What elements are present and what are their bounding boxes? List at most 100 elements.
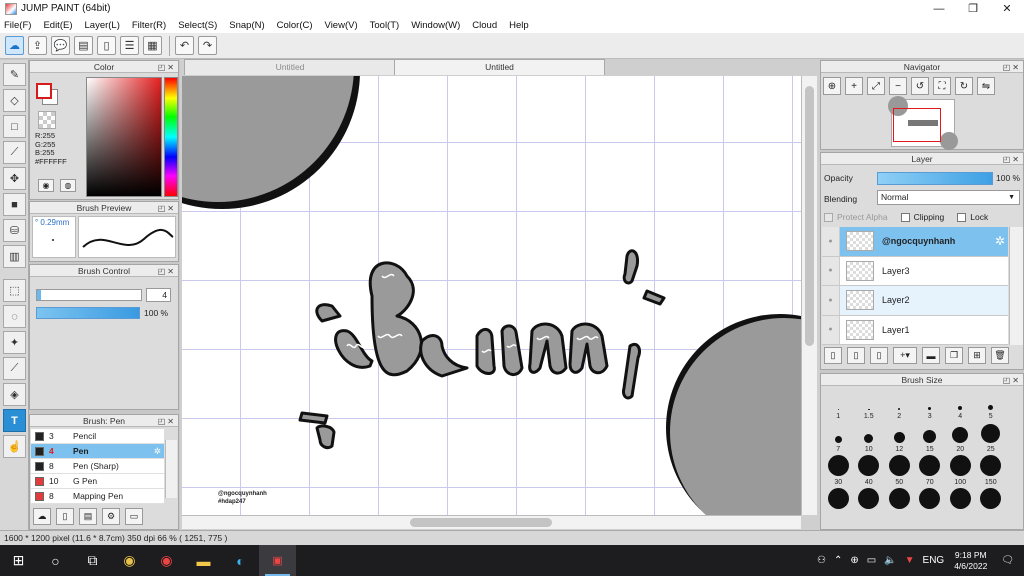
new-layer-8bit-icon[interactable]: ▯ (847, 347, 865, 364)
edge-icon[interactable]: ◐ (222, 545, 259, 576)
canvas-vertical-scrollbar[interactable] (801, 76, 817, 515)
brush-opacity-slider[interactable] (36, 307, 140, 319)
drawing-canvas[interactable]: @ngocquynhanh #hdap247 (182, 76, 801, 515)
brush-list-item[interactable]: 8 Pen (Sharp) (31, 459, 164, 474)
zoom-in-icon[interactable]: + (845, 77, 863, 95)
hue-slider[interactable] (164, 77, 178, 197)
brush-size-cell[interactable]: 40 (854, 454, 885, 487)
brush-size-cell[interactable]: 25 (976, 421, 1007, 454)
layer-opacity-slider[interactable] (877, 172, 993, 185)
jump-paint-taskbar-icon[interactable]: ▣ (259, 545, 296, 576)
new-layer-icon[interactable]: ▯ (824, 347, 842, 364)
layer-row[interactable]: ● Layer3 (822, 256, 1008, 286)
cloud-icon[interactable]: ☁ (5, 36, 24, 55)
brush-size-cell[interactable]: 1.5 (854, 388, 885, 421)
rotate-left-icon[interactable]: ↺ (911, 77, 929, 95)
menu-color[interactable]: Color(C) (277, 20, 313, 31)
menu-filter[interactable]: Filter(R) (132, 20, 166, 31)
brush-size-cell[interactable]: 20 (945, 421, 976, 454)
menu-file[interactable]: File(F) (4, 20, 31, 31)
visibility-eye-icon[interactable]: ● (822, 256, 840, 285)
protect-alpha-checkbox[interactable]: Protect Alpha (824, 212, 888, 222)
menu-edit[interactable]: Edit(E) (43, 20, 72, 31)
eraser-icon[interactable]: ◇ (3, 89, 26, 112)
volume-icon[interactable]: 🔈 (884, 555, 896, 566)
layer-row[interactable]: ● Layer2 (822, 286, 1008, 316)
message-icon[interactable]: ▤ (74, 36, 93, 55)
cloud-brush-icon[interactable]: ☁ (33, 508, 51, 525)
tab-untitled-2[interactable]: Untitled (394, 59, 605, 75)
comment-icon[interactable]: 💬 (51, 36, 70, 55)
menu-view[interactable]: View(V) (325, 20, 358, 31)
brush-size-cell[interactable]: 100 (945, 454, 976, 487)
brush-icon[interactable]: ✎ (3, 63, 26, 86)
rotate-right-icon[interactable]: ↻ (955, 77, 973, 95)
brush-size-value[interactable]: 4 (146, 288, 171, 302)
clipping-checkbox[interactable]: Clipping (900, 212, 944, 222)
visibility-eye-icon[interactable]: ● (822, 227, 840, 256)
brush-size-cell[interactable]: 1 (823, 388, 854, 421)
gradient-icon[interactable]: ▥ (3, 245, 26, 268)
brush-size-cell[interactable]: 15 (915, 421, 946, 454)
select-pen-icon[interactable]: ⟋ (3, 357, 26, 380)
brush-size-cell[interactable]: 12 (884, 421, 915, 454)
language-indicator[interactable]: ENG (923, 555, 945, 566)
folder-icon[interactable]: ▬ (922, 347, 940, 364)
layer-row[interactable]: ● Layer1 (822, 315, 1008, 345)
canvas-horizontal-scrollbar[interactable] (182, 515, 801, 529)
layer-settings-gear-icon[interactable]: ✲ (995, 234, 1005, 248)
text-icon[interactable]: T (3, 409, 26, 432)
menu-tool[interactable]: Tool(T) (370, 20, 400, 31)
palette-edit-icon[interactable]: ◍ (60, 179, 76, 192)
people-icon[interactable]: ⚇ (817, 555, 826, 566)
brush-size-cell[interactable]: 5 (976, 388, 1007, 421)
menu-layer[interactable]: Layer(L) (85, 20, 120, 31)
brush-size-cell[interactable]: 70 (915, 454, 946, 487)
foreground-color-swatch[interactable] (36, 83, 52, 99)
close-button[interactable]: ✕ (990, 0, 1024, 17)
brush-size-cell[interactable] (854, 487, 885, 520)
brush-size-cell[interactable]: 50 (884, 454, 915, 487)
brush-list-item[interactable]: 4 Pen ✲ (31, 444, 164, 459)
brush-folder-icon[interactable]: ▭ (125, 508, 143, 525)
layer-list-scrollbar[interactable] (1009, 227, 1023, 345)
lock-checkbox[interactable]: Lock (957, 212, 988, 222)
brush-list-item[interactable]: 3 Pencil (31, 429, 164, 444)
menu-help[interactable]: Help (509, 20, 529, 31)
lasso-icon[interactable]: ◌ (3, 305, 26, 328)
brush-size-cell[interactable] (945, 487, 976, 520)
delete-layer-icon[interactable]: 🗑 (991, 347, 1009, 364)
brush-size-cell[interactable] (823, 487, 854, 520)
new-brush-icon[interactable]: ▯ (56, 508, 74, 525)
chrome-icon[interactable]: ◉ (148, 545, 185, 576)
file-explorer-icon[interactable]: ▬ (185, 545, 222, 576)
new-layer-1bit-icon[interactable]: ▯ (870, 347, 888, 364)
menu-window[interactable]: Window(W) (411, 20, 460, 31)
vpn-icon[interactable]: ⊕ (850, 555, 858, 566)
notification-icon[interactable]: 🗨 (1001, 555, 1014, 566)
layer-row[interactable]: ● @ngocquynhanh ✲ (822, 227, 1008, 257)
zoom-fit-icon[interactable]: ⊕ (823, 77, 841, 95)
brush-size-slider[interactable] (36, 289, 142, 301)
move-icon[interactable]: ✥ (3, 167, 26, 190)
brush-size-cell[interactable]: 30 (823, 454, 854, 487)
brush-size-cell[interactable] (915, 487, 946, 520)
brush-settings-icon[interactable]: ⚙ (102, 508, 120, 525)
list-icon[interactable]: ☰ (120, 36, 139, 55)
fill-rect-icon[interactable]: ■ (3, 193, 26, 216)
select-rect-icon[interactable]: ⬚ (3, 279, 26, 302)
network-icon[interactable]: ▭ (867, 555, 876, 566)
menu-snap[interactable]: Snap(N) (229, 20, 264, 31)
select-eraser-icon[interactable]: ◈ (3, 383, 26, 406)
minimize-button[interactable]: — (922, 0, 956, 17)
grid-check-icon[interactable]: ▦ (143, 36, 162, 55)
show-hidden-icons-icon[interactable]: ⌃ (834, 555, 842, 566)
brush-size-cell[interactable]: 4 (945, 388, 976, 421)
brush-size-cell[interactable]: 10 (854, 421, 885, 454)
merge-layer-icon[interactable]: ⊞ (968, 347, 986, 364)
settings-gear-icon[interactable]: ✲ (154, 446, 161, 457)
start-windows-icon[interactable]: ⊞ (0, 545, 37, 576)
fit-window-icon[interactable]: ⛶ (933, 77, 951, 95)
brush-size-cell[interactable] (884, 487, 915, 520)
flip-icon[interactable]: ⇋ (977, 77, 995, 95)
